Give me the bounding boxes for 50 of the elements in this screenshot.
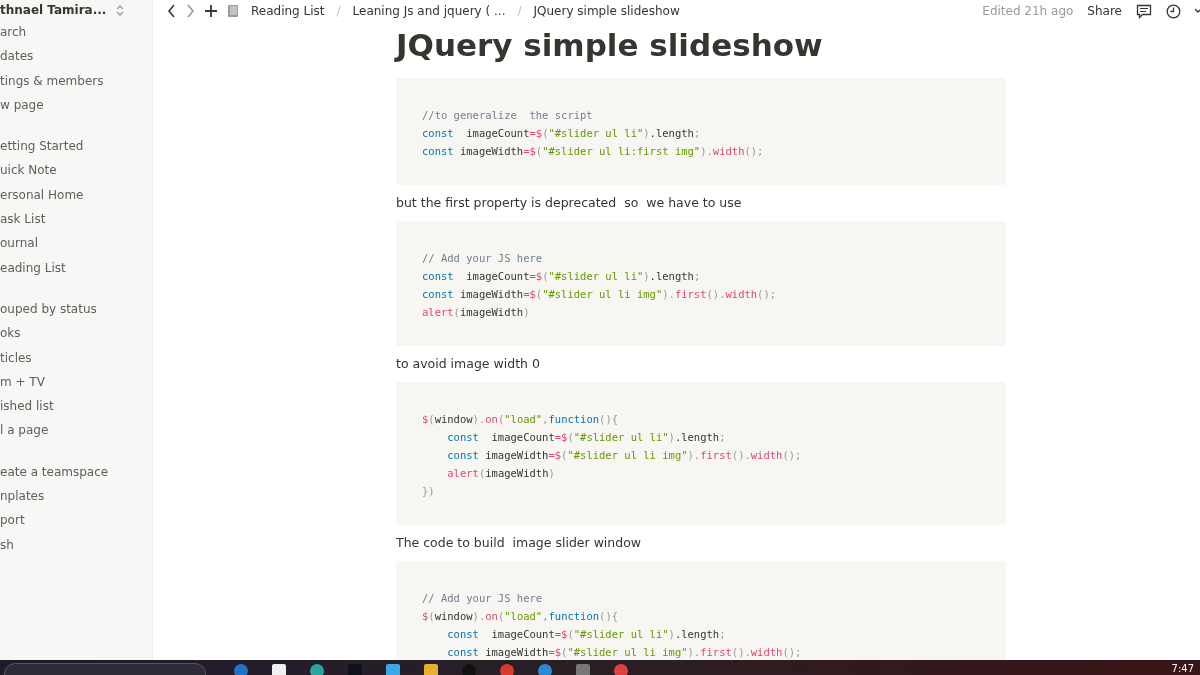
code-text: //to generalize the script const imageCount=$("#slider ul li").length; const imageWidth=$("#slider ul li:first img").width(); xyxy=(422,108,765,159)
code-text: // Add your JS here $(window).on("load",function(){ const imageCount=$("#slider ul li").length; const imageWidth=$("#slider ul li img").first().width(); xyxy=(422,591,803,660)
code-text: $(window).on("load",function(){ const imageCount=$("#slider ul li").length; const imageWidth=$("#slider ul li img").first().width(); alert(imageWidth) }) xyxy=(422,412,803,499)
comment-icon[interactable] xyxy=(1136,3,1152,19)
taskbar-app-icon[interactable] xyxy=(310,664,324,675)
paragraph: The code to build image slider window xyxy=(396,534,643,552)
breadcrumb-link[interactable]: Reading List xyxy=(251,4,325,18)
sidebar-item[interactable]: m + TV xyxy=(0,369,152,395)
caret-icon[interactable] xyxy=(1195,7,1200,15)
forward-icon[interactable] xyxy=(186,4,195,18)
share-button[interactable]: Share xyxy=(1087,4,1122,18)
sidebar-item[interactable]: tings & members xyxy=(0,68,152,93)
sidebar-item[interactable]: eate a teamspace xyxy=(0,459,152,485)
sidebar-item[interactable]: ask List xyxy=(0,207,152,232)
clock-icon[interactable] xyxy=(1166,3,1181,19)
sidebar-item[interactable]: port xyxy=(0,508,152,533)
sidebar-item[interactable]: nplates xyxy=(0,484,152,509)
sidebar-item[interactable]: eading List xyxy=(0,255,152,280)
taskbar-app-icon[interactable] xyxy=(614,664,628,675)
taskbar-app-icon[interactable] xyxy=(500,664,514,675)
sidebar-item[interactable]: ournal xyxy=(0,231,152,256)
chevron-updown-icon[interactable] xyxy=(116,4,125,16)
sidebar-item[interactable]: etting Started xyxy=(0,134,152,159)
sidebar-item[interactable]: ticles xyxy=(0,345,152,370)
sidebar-item[interactable]: dates xyxy=(0,44,152,69)
taskbar-app-icon[interactable] xyxy=(538,664,552,675)
sidebar-item[interactable]: w page xyxy=(0,92,152,118)
sidebar-item[interactable]: ersonal Home xyxy=(0,182,152,208)
page-title: JQuery simple slideshow xyxy=(396,26,824,64)
breadcrumb-separator: / xyxy=(336,4,341,18)
sidebar-item[interactable]: ouped by status xyxy=(0,296,152,322)
sidebar-item[interactable]: uick Note xyxy=(0,158,152,183)
back-icon[interactable] xyxy=(167,4,176,18)
plus-icon[interactable] xyxy=(205,5,217,17)
sidebar-item[interactable]: arch xyxy=(0,20,152,45)
breadcrumb-link[interactable]: JQuery simple slideshow xyxy=(533,4,680,18)
sidebar-item[interactable]: sh xyxy=(0,532,152,557)
sidebar-item[interactable]: oks xyxy=(0,321,152,346)
sidebar-item[interactable]: ished list xyxy=(0,394,152,419)
breadcrumb-link[interactable]: Leaning Js and jquery ( ... xyxy=(352,4,506,18)
taskbar-app-icon[interactable] xyxy=(234,664,248,675)
edited-time: Edited 21h ago xyxy=(982,4,1074,18)
clock-time: 7:47 xyxy=(1171,663,1194,675)
workspace-name[interactable]: thnael Tamira... xyxy=(0,3,107,17)
sidebar-item[interactable]: l a page xyxy=(0,418,152,443)
breadcrumb-separator: / xyxy=(517,4,522,18)
book-icon xyxy=(227,4,239,18)
code-text: // Add your JS here const imageCount=$("#slider ul li").length; const imageWidth=$("#slider ul li img").first().width(); alert(imageWidth) xyxy=(422,251,778,320)
paragraph: but the first property is deprecated so we have to use xyxy=(396,194,743,212)
paragraph: to avoid image width 0 xyxy=(396,355,541,373)
